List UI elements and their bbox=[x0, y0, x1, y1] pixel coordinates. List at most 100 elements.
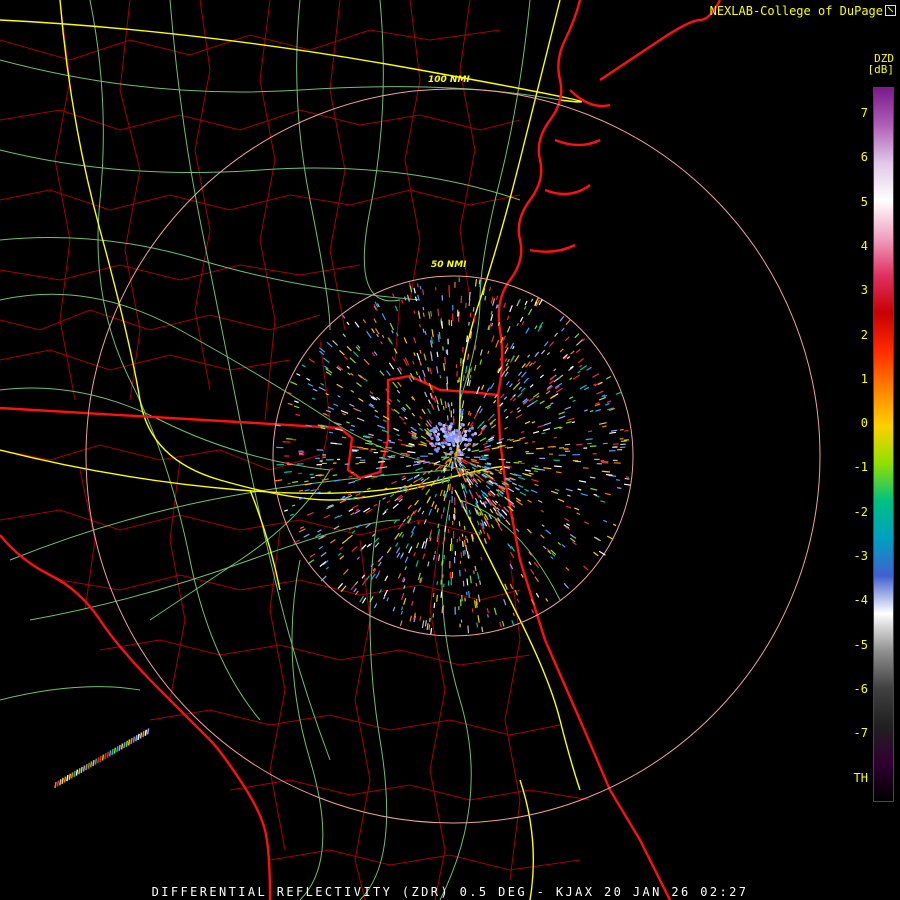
echo-core bbox=[464, 429, 468, 434]
echo-gate bbox=[468, 291, 471, 300]
echo-core bbox=[444, 441, 448, 445]
echo-gate bbox=[463, 525, 466, 531]
echo-gate bbox=[407, 451, 416, 454]
echo-streak bbox=[120, 743, 124, 750]
echo-streak bbox=[146, 728, 150, 735]
echo-gate bbox=[432, 592, 435, 598]
nexlab-credit[interactable]: NEXLAB-College of DuPage bbox=[710, 4, 896, 18]
echo-gate bbox=[460, 552, 463, 558]
echo-gate bbox=[463, 539, 466, 547]
scale-tick: -6 bbox=[853, 681, 868, 696]
echo-gate bbox=[432, 613, 435, 618]
echo-gate bbox=[553, 436, 558, 439]
scale-tick: -1 bbox=[853, 460, 868, 475]
echo-gate bbox=[436, 594, 438, 602]
echo-streak bbox=[94, 758, 98, 765]
echo-core bbox=[449, 422, 454, 426]
echo-core bbox=[452, 431, 456, 435]
echo-core bbox=[441, 445, 446, 449]
echo-core bbox=[463, 433, 468, 437]
echo-streak bbox=[108, 750, 112, 757]
echo-core bbox=[446, 433, 450, 437]
echo-gate bbox=[513, 461, 520, 464]
echo-gate bbox=[478, 458, 487, 461]
product-caption: DIFFERENTIAL REFLECTIVITY (ZDR) 0.5 DEG … bbox=[151, 885, 749, 899]
echo-streak bbox=[139, 732, 143, 739]
echo-streak bbox=[135, 735, 138, 742]
echo-gate bbox=[465, 535, 467, 540]
echo-gate bbox=[434, 550, 437, 555]
echo-core bbox=[428, 432, 433, 436]
scale-tick: 1 bbox=[860, 371, 868, 386]
echo-streak bbox=[118, 744, 121, 752]
echo-gate bbox=[385, 446, 392, 449]
echo-gate bbox=[535, 447, 544, 450]
echo-gate bbox=[442, 405, 445, 410]
echo-gate bbox=[315, 474, 322, 477]
echo-streak bbox=[80, 766, 83, 774]
echo-streak bbox=[116, 746, 119, 753]
echo-gate bbox=[469, 516, 472, 520]
echo-gate bbox=[624, 477, 630, 480]
echo-gate bbox=[450, 473, 453, 480]
echo-gate bbox=[464, 549, 466, 555]
echo-streak bbox=[125, 740, 129, 747]
echo-streak bbox=[92, 759, 95, 767]
echo-core bbox=[457, 448, 461, 452]
echo-core bbox=[473, 432, 477, 436]
echo-streak bbox=[63, 776, 67, 783]
echo-gate bbox=[478, 279, 481, 285]
echo-gate bbox=[451, 461, 453, 469]
echo-gate bbox=[413, 460, 419, 463]
echo-gate bbox=[444, 356, 446, 365]
echo-core bbox=[434, 442, 438, 446]
echo-core bbox=[443, 434, 447, 438]
echo-gate bbox=[469, 312, 472, 318]
echo-core bbox=[470, 426, 474, 430]
echo-gate bbox=[330, 442, 337, 445]
color-scale-ticks: 7 6 5 4 3 2 1 0 -1 -2 -3 -4 -5 -6 -7 TH bbox=[820, 0, 868, 900]
echo-core bbox=[459, 438, 463, 442]
echo-streak bbox=[68, 773, 72, 780]
echo-core bbox=[460, 422, 464, 426]
echo-core bbox=[449, 447, 453, 451]
echo-streak bbox=[73, 770, 76, 778]
echo-gate bbox=[462, 346, 464, 353]
echo-gate bbox=[445, 422, 447, 427]
echo-gate bbox=[287, 482, 291, 485]
scale-tick: -3 bbox=[853, 549, 868, 563]
echo-streak bbox=[97, 757, 100, 764]
scale-tick: 0 bbox=[860, 416, 868, 431]
echo-core bbox=[467, 448, 471, 452]
echo-core bbox=[455, 429, 459, 433]
echo-gate bbox=[473, 570, 475, 574]
echo-gate bbox=[437, 308, 440, 317]
echo-gate bbox=[602, 470, 610, 473]
echo-gate bbox=[419, 285, 422, 290]
echo-gate bbox=[478, 450, 484, 453]
echo-gate bbox=[348, 475, 353, 478]
scale-tick: 6 bbox=[860, 150, 868, 165]
echo-streak bbox=[89, 761, 93, 768]
scale-tick: 3 bbox=[860, 283, 868, 298]
echo-streak bbox=[127, 739, 131, 746]
echo-core bbox=[437, 422, 442, 426]
echo-core bbox=[437, 442, 441, 446]
echo-gate bbox=[462, 550, 465, 557]
echo-gate bbox=[443, 363, 446, 371]
echo-gate bbox=[332, 474, 338, 477]
echo-gate bbox=[444, 525, 447, 532]
echo-streak bbox=[54, 781, 57, 789]
echo-gate bbox=[387, 439, 392, 442]
echo-gate bbox=[465, 302, 467, 309]
echo-core bbox=[450, 450, 454, 454]
echo-core bbox=[435, 437, 439, 441]
echo-gate bbox=[571, 421, 576, 424]
scale-tick: -7 bbox=[853, 726, 868, 741]
echo-gate bbox=[375, 445, 382, 448]
echo-gate bbox=[282, 441, 291, 443]
range-label-50: 50 NMI bbox=[431, 260, 467, 270]
echo-gate bbox=[531, 440, 536, 443]
echo-streak bbox=[111, 748, 114, 756]
echo-gate bbox=[413, 310, 416, 314]
